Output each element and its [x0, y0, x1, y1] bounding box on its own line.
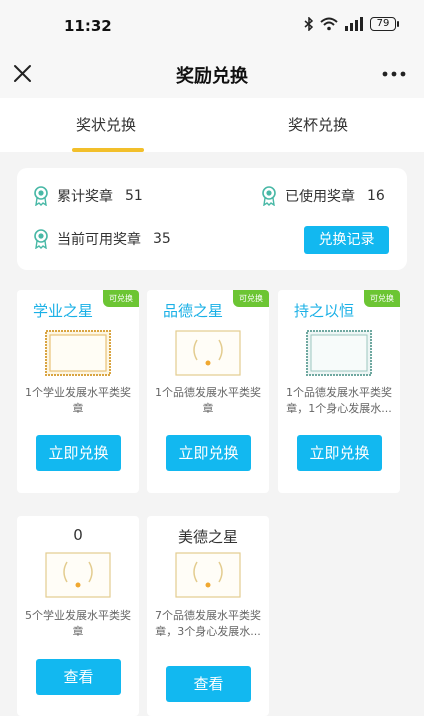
tab-active-indicator — [72, 148, 144, 152]
award-name: 美德之星 — [177, 528, 238, 546]
exchangeable-badge: 可兑换 — [103, 290, 139, 307]
award-card: 可兑换 持之以恒 1个品德发展水平类奖章，1个身心发展水... 立即兑换 — [278, 290, 400, 493]
certificate-gold-frame-icon — [45, 330, 111, 376]
signal-icon — [345, 17, 363, 31]
award-requirement: 7个品德发展水平类奖章，3个身心发展水... — [155, 609, 261, 638]
battery-icon: 79 — [370, 17, 399, 31]
award-requirement: 1个学业发展水平类奖章 — [25, 386, 131, 415]
award-card: 可兑换 品德之星 1个品德发展水平类奖章 立即兑换 — [147, 290, 269, 493]
stat-value: 16 — [367, 188, 385, 204]
tab-trophy-exchange[interactable]: 奖杯兑换 — [212, 98, 424, 152]
certificate-wreath-icon — [175, 330, 241, 376]
exchangeable-badge: 可兑换 — [233, 290, 269, 307]
stat-label: 已使用奖章 — [285, 189, 355, 205]
stat-used-medals: 已使用奖章 16 — [261, 186, 385, 206]
status-icons: 79 — [304, 17, 399, 31]
medal-icon — [34, 229, 48, 249]
award-card: 美德之星 7个品德发展水平类奖章，3个身心发展水... 查看 — [147, 516, 269, 716]
tab-label: 奖杯兑换 — [287, 116, 348, 134]
award-name: 学业之星 — [33, 302, 94, 320]
redeem-button[interactable]: 立即兑换 — [297, 435, 382, 471]
status-bar: 11:32 79 — [0, 0, 424, 52]
award-requirement: 5个学业发展水平类奖章 — [25, 609, 131, 638]
more-icon[interactable] — [380, 62, 408, 86]
award-name: 0 — [73, 526, 83, 544]
medal-icon — [34, 186, 48, 206]
tab-certificate-exchange[interactable]: 奖状兑换 — [0, 98, 212, 152]
exchangeable-badge: 可兑换 — [364, 290, 400, 307]
certificate-wreath-icon — [175, 552, 241, 598]
exchange-record-button[interactable]: 兑换记录 — [304, 226, 389, 254]
redeem-button[interactable]: 立即兑换 — [36, 435, 121, 471]
tab-label: 奖状兑换 — [75, 116, 136, 134]
wifi-icon — [320, 17, 338, 31]
certificate-teal-frame-icon — [306, 330, 372, 376]
page-title: 奖励兑换 — [176, 66, 248, 87]
award-name: 品德之星 — [163, 302, 224, 320]
award-card: 0 5个学业发展水平类奖章 查看 — [17, 516, 139, 716]
nav-bar: 奖励兑换 — [0, 52, 424, 98]
view-button[interactable]: 查看 — [36, 659, 121, 695]
award-card: 可兑换 学业之星 1个学业发展水平类奖章 立即兑换 — [17, 290, 139, 493]
stat-label: 当前可用奖章 — [57, 232, 141, 248]
award-name: 持之以恒 — [294, 302, 355, 320]
view-button[interactable]: 查看 — [166, 666, 251, 702]
stat-value: 51 — [125, 188, 143, 204]
stat-value: 35 — [153, 231, 171, 247]
award-requirement: 1个品德发展水平类奖章，1个身心发展水... — [286, 386, 392, 415]
stat-available-medals: 当前可用奖章 35 — [33, 229, 171, 249]
medal-summary-card: 累计奖章 51 已使用奖章 16 当前可用奖章 35 兑换记录 — [17, 168, 407, 270]
stat-total-medals: 累计奖章 51 — [33, 186, 143, 206]
award-requirement: 1个品德发展水平类奖章 — [155, 386, 261, 415]
bluetooth-icon — [304, 17, 314, 31]
redeem-button[interactable]: 立即兑换 — [166, 435, 251, 471]
status-time: 11:32 — [64, 17, 112, 35]
tab-bar: 奖状兑换 奖杯兑换 — [0, 98, 424, 152]
stat-label: 累计奖章 — [57, 189, 113, 205]
certificate-wreath-icon — [45, 552, 111, 598]
medal-icon — [262, 186, 276, 206]
